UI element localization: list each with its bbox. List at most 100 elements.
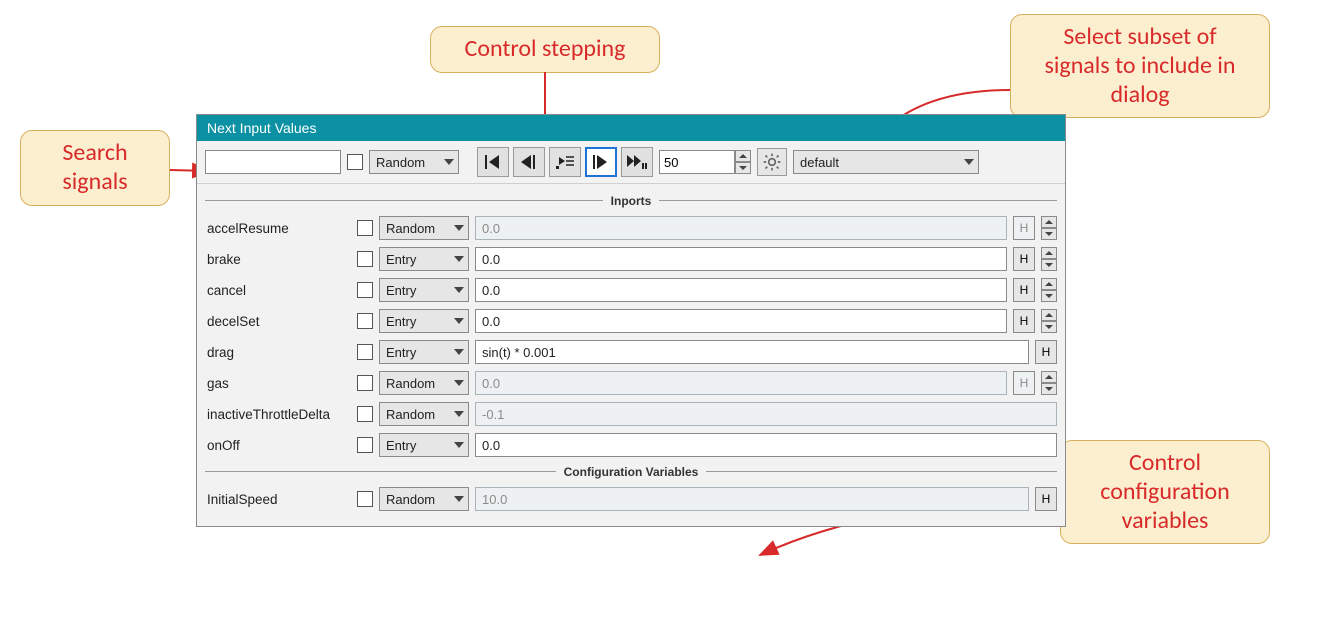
row-checkbox[interactable] — [357, 251, 373, 267]
signal-name-label: cancel — [205, 283, 351, 298]
history-button[interactable]: H — [1035, 340, 1057, 364]
step-into-button[interactable] — [549, 147, 581, 177]
row-mode-dropdown[interactable]: Entry — [379, 340, 469, 364]
triangle-up-icon — [739, 154, 747, 158]
history-button: H — [1013, 216, 1035, 240]
row-mode-label: Random — [386, 407, 435, 422]
row-spin-up[interactable] — [1041, 371, 1057, 383]
row-mode-dropdown[interactable]: Entry — [379, 247, 469, 271]
inport-row: drag Entry H — [205, 338, 1057, 366]
row-spin-up[interactable] — [1041, 247, 1057, 259]
row-value-input[interactable] — [475, 309, 1007, 333]
step-count-up[interactable] — [735, 150, 751, 162]
inport-row: inactiveThrottleDelta Random — [205, 400, 1057, 428]
dialog-title: Next Input Values — [207, 120, 316, 136]
row-mode-label: Entry — [386, 283, 416, 298]
inports-heading: Inports — [603, 194, 660, 208]
row-checkbox[interactable] — [357, 406, 373, 422]
signal-name-label: onOff — [205, 438, 351, 453]
row-spin-down[interactable] — [1041, 321, 1057, 333]
row-spin-down[interactable] — [1041, 259, 1057, 271]
history-button: H — [1013, 371, 1035, 395]
row-mode-dropdown[interactable]: Entry — [379, 433, 469, 457]
row-checkbox[interactable] — [357, 282, 373, 298]
row-spin-down[interactable] — [1041, 290, 1057, 302]
inports-separator: Inports — [205, 192, 1057, 208]
step-back-button[interactable] — [513, 147, 545, 177]
fast-forward-pause-button[interactable] — [621, 147, 653, 177]
configvars-heading: Configuration Variables — [556, 465, 707, 479]
configvar-row: InitialSpeedRandomH — [205, 485, 1057, 513]
row-checkbox[interactable] — [357, 375, 373, 391]
step-count-down[interactable] — [735, 162, 751, 174]
callout-control-stepping: Control stepping — [430, 26, 660, 73]
step-back-icon — [521, 155, 537, 169]
global-checkbox[interactable] — [347, 154, 363, 170]
row-checkbox[interactable] — [357, 220, 373, 236]
row-mode-dropdown[interactable]: Random — [379, 402, 469, 426]
global-mode-dropdown[interactable]: Random — [369, 150, 459, 174]
row-checkbox[interactable] — [357, 437, 373, 453]
chevron-down-icon — [444, 159, 454, 165]
row-spin-down[interactable] — [1041, 383, 1057, 395]
row-mode-label: Random — [386, 376, 435, 391]
step-count-input[interactable] — [659, 150, 735, 174]
row-mode-dropdown[interactable]: Random — [379, 216, 469, 240]
callout-select-subset: Select subset of signals to include in d… — [1010, 14, 1270, 118]
step-forward-button[interactable] — [585, 147, 617, 177]
row-value-input[interactable] — [475, 247, 1007, 271]
row-spin-down[interactable] — [1041, 228, 1057, 240]
row-value-input[interactable] — [475, 433, 1057, 457]
row-value-input — [475, 402, 1057, 426]
row-mode-label: Random — [386, 492, 435, 507]
signal-name-label: gas — [205, 376, 351, 391]
row-spinner — [1041, 309, 1057, 333]
callout-config-vars: Control configuration variables — [1060, 440, 1270, 544]
row-spinner — [1041, 216, 1057, 240]
chevron-down-icon — [964, 159, 974, 165]
row-mode-label: Entry — [386, 314, 416, 329]
row-mode-dropdown[interactable]: Random — [379, 371, 469, 395]
row-mode-dropdown[interactable]: Random — [379, 487, 469, 511]
history-button[interactable]: H — [1013, 309, 1035, 333]
row-value-input — [475, 487, 1029, 511]
row-spin-up[interactable] — [1041, 216, 1057, 228]
row-mode-label: Entry — [386, 345, 416, 360]
inport-row: decelSet Entry H — [205, 307, 1057, 335]
row-value-input[interactable] — [475, 340, 1029, 364]
inport-row: gas Random H — [205, 369, 1057, 397]
row-mode-dropdown[interactable]: Entry — [379, 278, 469, 302]
history-button[interactable]: H — [1035, 487, 1057, 511]
toolbar: Random — [205, 147, 1057, 177]
inport-row: accelResumeRandomH — [205, 214, 1057, 242]
row-checkbox[interactable] — [357, 491, 373, 507]
row-checkbox[interactable] — [357, 313, 373, 329]
row-spinner — [1041, 371, 1057, 395]
search-input[interactable] — [205, 150, 341, 174]
step-count-spinner — [659, 150, 751, 174]
row-value-input — [475, 216, 1007, 240]
configvars-separator: Configuration Variables — [205, 463, 1057, 479]
inport-row: onOff Entry — [205, 431, 1057, 459]
row-checkbox[interactable] — [357, 344, 373, 360]
rewind-to-start-button[interactable] — [477, 147, 509, 177]
triangle-down-icon — [739, 166, 747, 170]
row-value-input — [475, 371, 1007, 395]
signal-name-label: brake — [205, 252, 351, 267]
fast-forward-pause-icon — [627, 155, 647, 169]
signal-subset-dropdown[interactable]: default — [793, 150, 979, 174]
settings-button[interactable] — [757, 148, 787, 176]
signal-name-label: decelSet — [205, 314, 351, 329]
row-mode-dropdown[interactable]: Entry — [379, 309, 469, 333]
row-value-input[interactable] — [475, 278, 1007, 302]
row-mode-label: Entry — [386, 438, 416, 453]
row-mode-label: Random — [386, 221, 435, 236]
signal-name-label: inactiveThrottleDelta — [205, 407, 351, 422]
signal-name-label: drag — [205, 345, 351, 360]
history-button[interactable]: H — [1013, 247, 1035, 271]
history-button[interactable]: H — [1013, 278, 1035, 302]
row-spin-up[interactable] — [1041, 309, 1057, 321]
row-spin-up[interactable] — [1041, 278, 1057, 290]
gear-icon — [762, 152, 782, 172]
dialog-titlebar: Next Input Values — [197, 115, 1065, 141]
